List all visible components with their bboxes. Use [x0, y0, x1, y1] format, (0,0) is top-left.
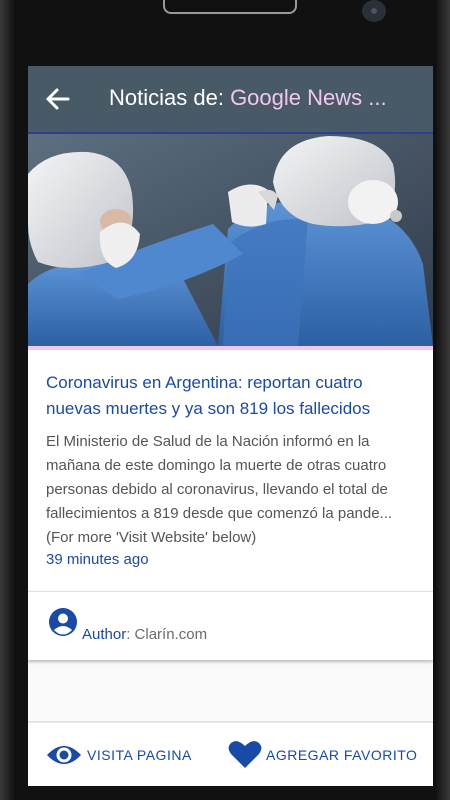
- article-summary: El Ministerio de Salud de la Nación info…: [46, 430, 426, 550]
- article-headline[interactable]: Coronavirus en Argentina: reportan cuatr…: [46, 370, 418, 422]
- bottom-action-bar: VISITA PAGINA AGREGAR FAVORITO: [28, 721, 433, 786]
- summary-line: personas debido al coronavirus, llevando…: [46, 481, 388, 498]
- visit-page-button[interactable]: VISITA PAGINA: [44, 723, 222, 786]
- summary-line: mañana de este domingo la muerte de otra…: [46, 457, 387, 474]
- phone-bezel-right: [434, 0, 450, 800]
- author-section: Author: Clarín.com: [28, 591, 433, 660]
- visit-page-label: VISITA PAGINA: [87, 747, 192, 763]
- image-accent-bar: [28, 346, 433, 350]
- phone-bezel-left: [0, 0, 16, 800]
- author-name: Clarín.com: [134, 626, 208, 643]
- eye-icon: [47, 746, 81, 764]
- app-title-prefix: Noticias de:: [109, 85, 231, 110]
- add-favorite-button[interactable]: AGREGAR FAVORITO: [226, 723, 426, 786]
- phone-frame: Noticias de: Google News ... Coronavirus…: [0, 0, 450, 800]
- account-circle-icon: [49, 608, 77, 636]
- author-separator: :: [126, 626, 135, 643]
- app-bar: Noticias de: Google News ...: [28, 66, 433, 134]
- author-label: Author: [82, 626, 127, 643]
- article-timestamp: 39 minutes ago: [46, 551, 149, 568]
- summary-line: (For more 'Visit Website' below): [46, 529, 257, 546]
- app-title: Noticias de: Google News ...: [109, 84, 419, 112]
- back-button[interactable]: [42, 84, 74, 114]
- phone-camera: [362, 0, 386, 22]
- app-title-source: Google News ...: [230, 85, 387, 110]
- phone-speaker: [163, 0, 297, 14]
- article-image[interactable]: [28, 134, 433, 346]
- author-line: Author: Clarín.com: [82, 626, 207, 643]
- health-workers-illustration: [28, 134, 433, 346]
- heart-icon: [228, 741, 262, 768]
- arrow-back-icon: [46, 88, 70, 110]
- add-favorite-label: AGREGAR FAVORITO: [266, 747, 418, 763]
- app-screen: Noticias de: Google News ... Coronavirus…: [28, 66, 433, 786]
- summary-line: El Ministerio de Salud de la Nación info…: [46, 433, 370, 450]
- summary-line: fallecimientos a 819 desde que comenzó l…: [46, 505, 393, 522]
- news-card[interactable]: Coronavirus en Argentina: reportan cuatr…: [28, 134, 433, 590]
